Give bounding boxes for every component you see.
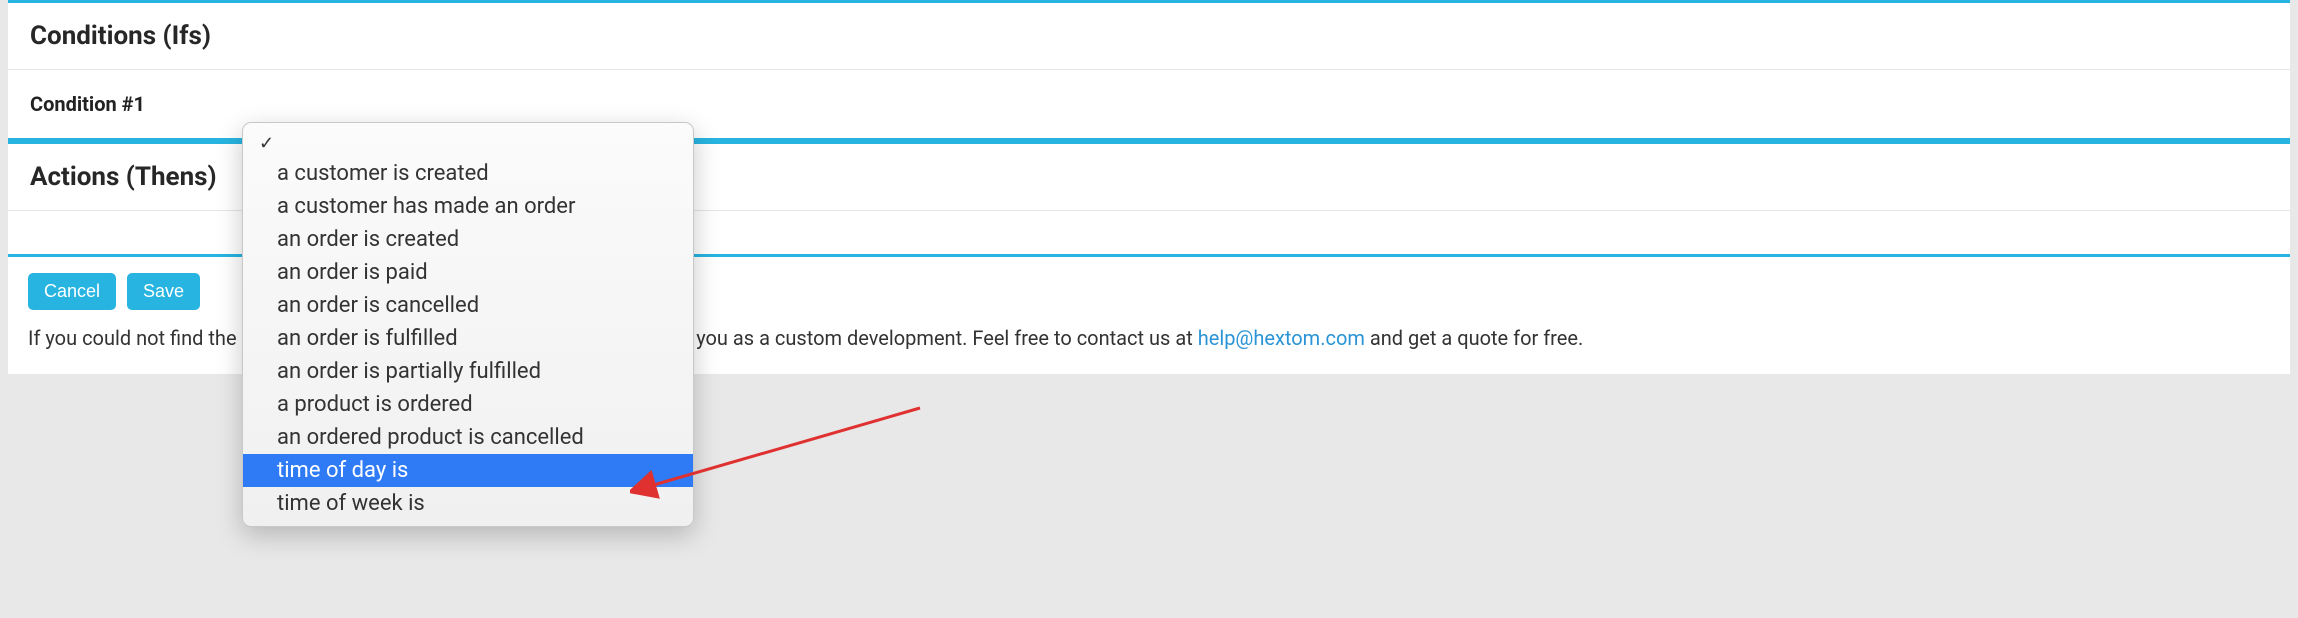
condition-label: Condition #1 (30, 92, 145, 116)
condition-type-dropdown[interactable]: ✓ a customer is createda customer has ma… (242, 122, 694, 527)
dropdown-option[interactable]: an order is paid (243, 256, 693, 289)
dropdown-option[interactable]: an order is created (243, 223, 693, 256)
dropdown-blank-option[interactable] (243, 127, 693, 157)
dropdown-option[interactable]: an order is partially fulfilled (243, 355, 693, 388)
support-email-link[interactable]: help@hextom.com (1198, 326, 1365, 350)
save-button[interactable]: Save (127, 273, 200, 310)
cancel-button[interactable]: Cancel (28, 273, 116, 310)
dropdown-option[interactable]: an order is cancelled (243, 289, 693, 322)
dropdown-option[interactable]: a product is ordered (243, 388, 693, 421)
check-icon: ✓ (259, 133, 274, 154)
footer-text-after: and get a quote for free. (1365, 326, 1583, 350)
dropdown-option[interactable]: an ordered product is cancelled (243, 421, 693, 454)
dropdown-option[interactable]: time of day is (243, 454, 693, 487)
dropdown-option[interactable]: an order is fulfilled (243, 322, 693, 355)
conditions-section-header: Conditions (Ifs) (8, 0, 2290, 70)
dropdown-option[interactable]: a customer is created (243, 157, 693, 190)
dropdown-option[interactable]: time of week is (243, 487, 693, 520)
dropdown-option[interactable]: a customer has made an order (243, 190, 693, 223)
